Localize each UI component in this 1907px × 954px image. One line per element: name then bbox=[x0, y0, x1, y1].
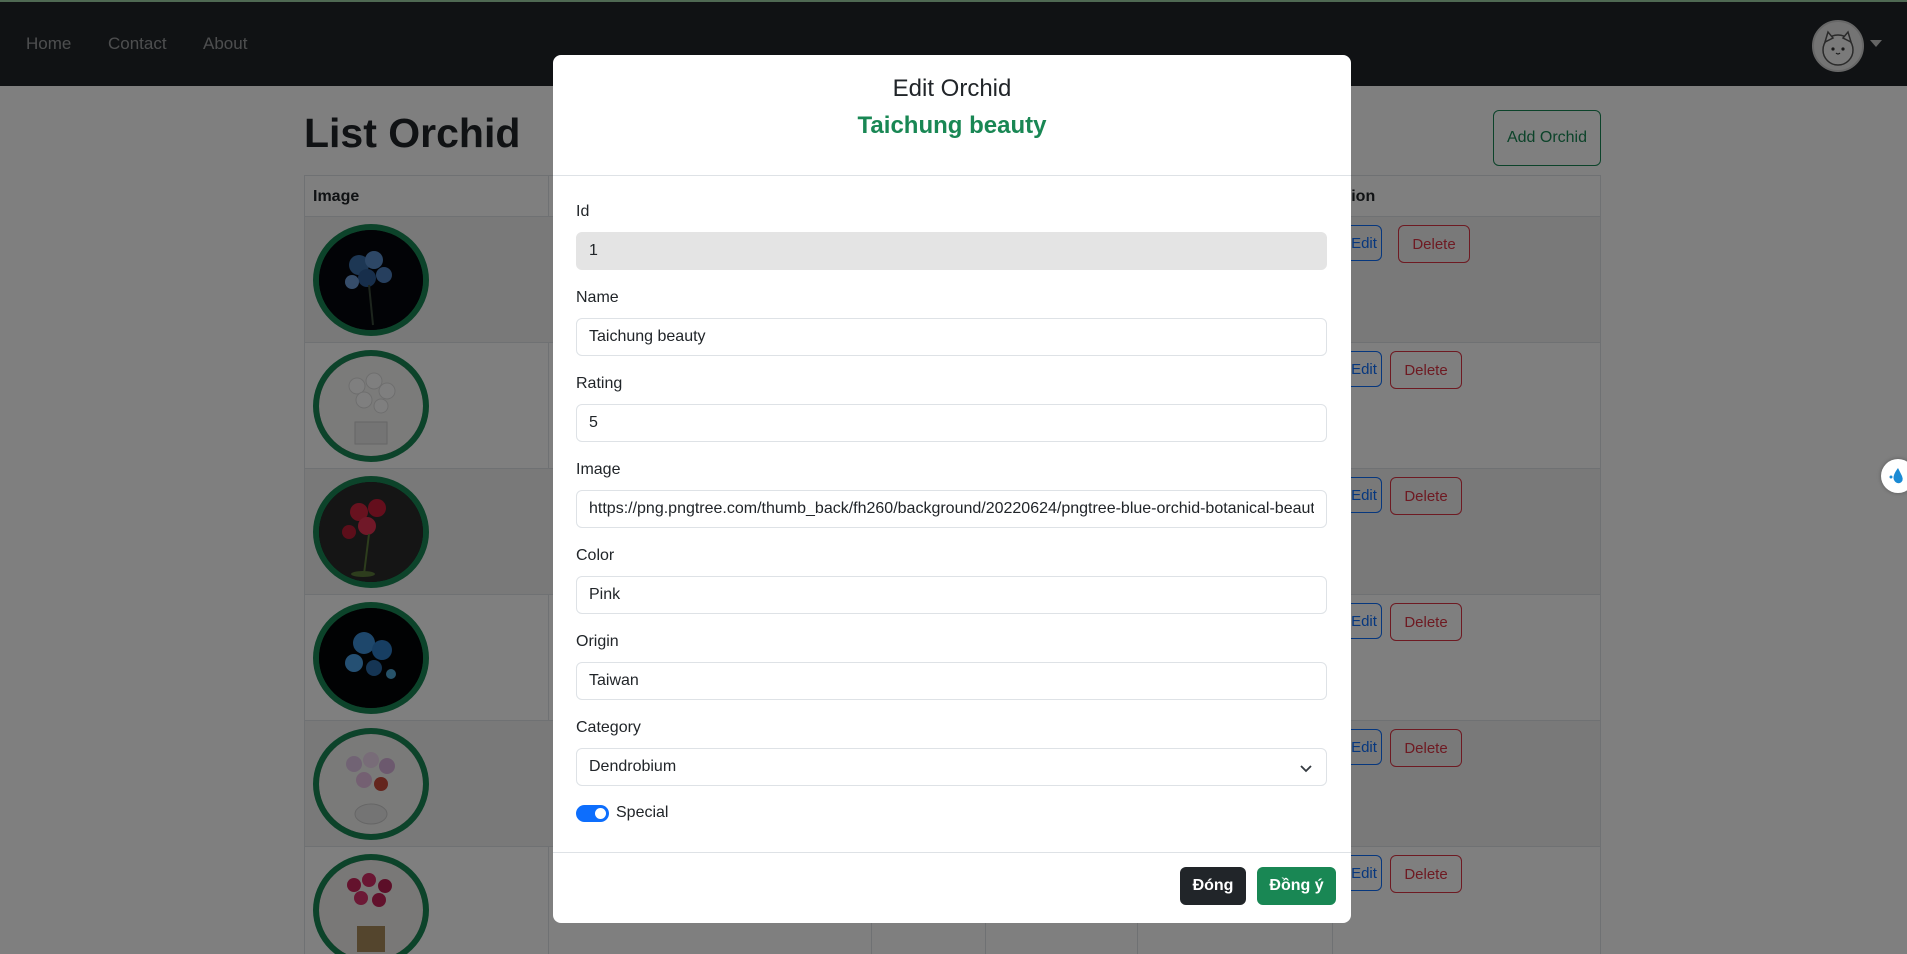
modal-title: Edit Orchid bbox=[892, 75, 1012, 102]
origin-label: Origin bbox=[576, 633, 619, 650]
color-label: Color bbox=[576, 547, 615, 564]
close-button[interactable]: Đóng bbox=[1180, 867, 1246, 905]
toggle-knob bbox=[595, 808, 606, 819]
modal-subtitle: Taichung beauty bbox=[857, 112, 1047, 139]
extension-widget[interactable] bbox=[1881, 459, 1907, 493]
name-label: Name bbox=[576, 289, 619, 306]
image-url-field[interactable] bbox=[576, 490, 1327, 528]
rating-field[interactable] bbox=[576, 404, 1327, 442]
name-field[interactable] bbox=[576, 318, 1327, 356]
special-label: Special bbox=[616, 804, 669, 821]
category-select[interactable]: Dendrobium bbox=[576, 748, 1327, 786]
modal-footer: Đóng Đồng ý bbox=[553, 852, 1351, 923]
rating-label: Rating bbox=[576, 375, 623, 392]
category-label: Category bbox=[576, 719, 641, 736]
edit-orchid-modal: Edit Orchid Taichung beauty Id Name Rati… bbox=[553, 55, 1351, 923]
image-label: Image bbox=[576, 461, 621, 478]
origin-field[interactable] bbox=[576, 662, 1327, 700]
droplet-icon bbox=[1889, 468, 1903, 484]
id-label: Id bbox=[576, 203, 590, 220]
special-toggle[interactable] bbox=[576, 805, 609, 822]
confirm-button[interactable]: Đồng ý bbox=[1257, 867, 1336, 905]
color-field[interactable] bbox=[576, 576, 1327, 614]
id-field bbox=[576, 232, 1327, 270]
chevron-down-icon bbox=[1300, 765, 1312, 773]
category-selected-value: Dendrobium bbox=[589, 758, 677, 775]
modal-header: Edit Orchid Taichung beauty bbox=[553, 55, 1351, 176]
